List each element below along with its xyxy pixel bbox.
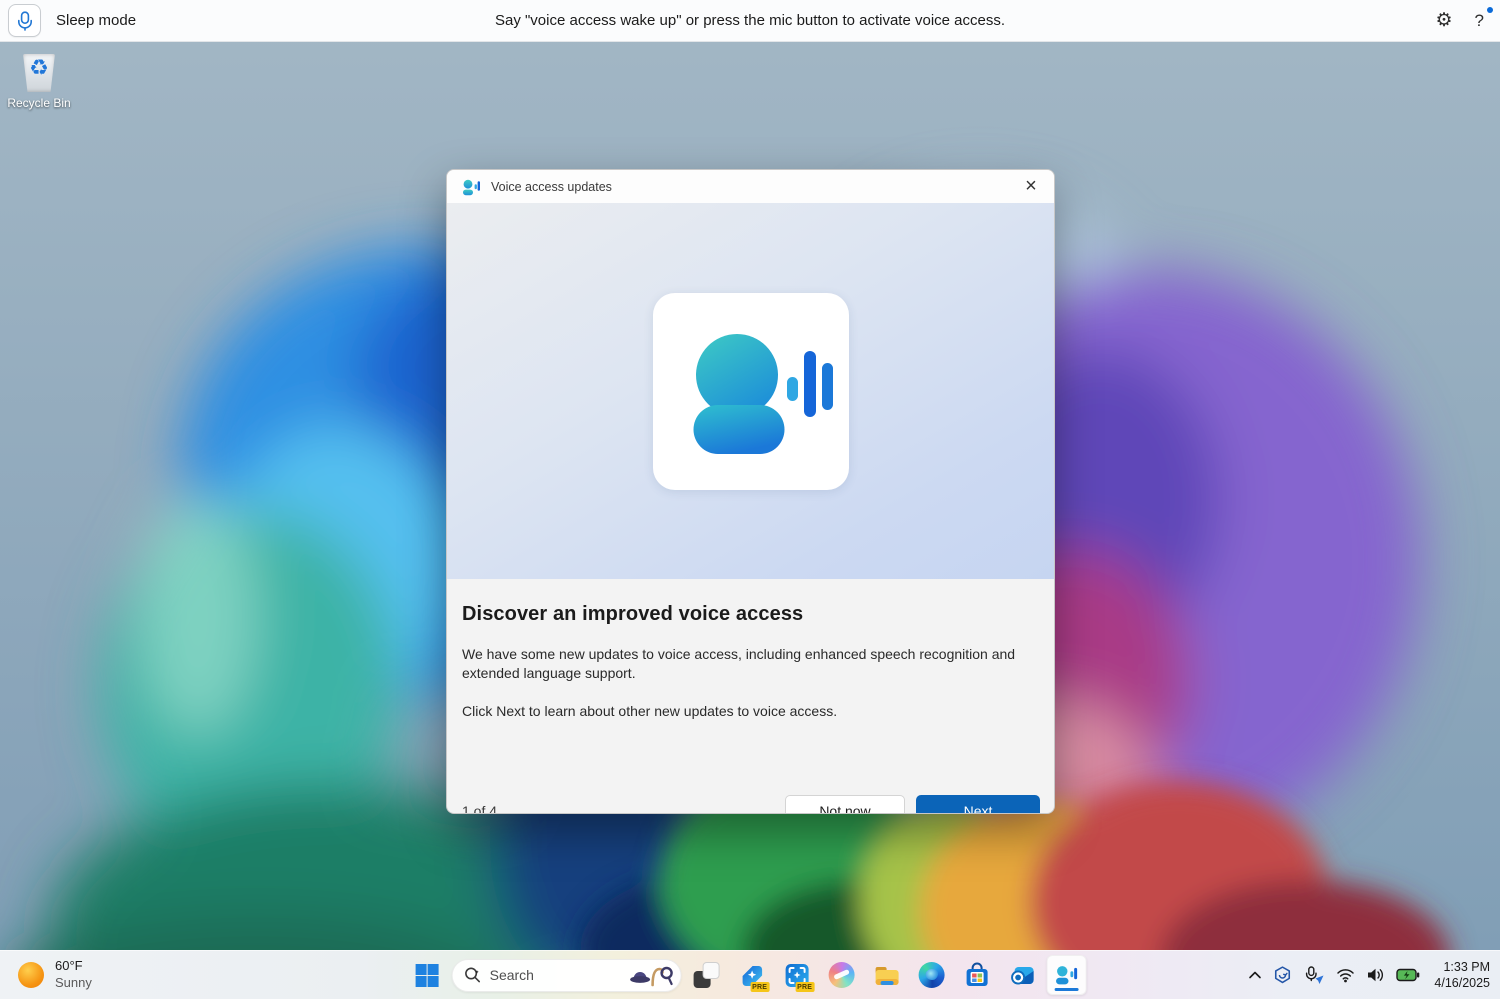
wifi-icon — [1336, 967, 1355, 983]
next-button[interactable]: Next — [916, 795, 1040, 814]
close-icon[interactable]: × — [1014, 173, 1048, 200]
copilot-icon — [829, 962, 855, 988]
file-explorer-icon — [873, 962, 900, 989]
voice-access-logo — [653, 293, 849, 489]
dev-home-preview-button[interactable]: PRE — [732, 955, 772, 995]
pagination-indicator: 1 of 4 — [462, 803, 497, 815]
active-app-indicator — [1055, 988, 1079, 991]
search-icon — [464, 966, 482, 984]
mic-in-use-tray-button[interactable] — [1303, 966, 1325, 985]
search-input[interactable] — [490, 967, 629, 983]
volume-tray-button[interactable] — [1366, 967, 1385, 983]
mic-location-icon — [1303, 966, 1325, 985]
task-view-icon — [694, 962, 720, 988]
voice-access-taskbar-button[interactable] — [1047, 955, 1087, 995]
studio-effects-tray-button[interactable] — [1273, 966, 1292, 984]
weather-condition: Sunny — [55, 975, 92, 992]
clock-date: 4/16/2025 — [1434, 975, 1490, 991]
dialog-paragraph-1: We have some new updates to voice access… — [462, 645, 1038, 683]
outlook-button[interactable] — [1002, 955, 1042, 995]
microsoft-store-button[interactable] — [957, 955, 997, 995]
weather-temperature: 60°F — [55, 958, 92, 975]
microsoft-store-icon — [963, 962, 990, 989]
clock-widget[interactable]: 1:33 PM 4/16/2025 — [1434, 959, 1490, 992]
weather-widget[interactable]: 60°F Sunny — [18, 951, 92, 999]
microphone-icon — [16, 11, 34, 31]
taskbar: 60°F Sunny — [0, 950, 1500, 999]
dialog-content: Discover an improved voice access We hav… — [447, 603, 1054, 814]
speaker-icon — [1366, 967, 1385, 983]
settings-gear-icon[interactable]: ⚙ — [1435, 11, 1452, 30]
search-box[interactable] — [452, 959, 682, 992]
recycle-bin-label: Recycle Bin — [7, 96, 70, 110]
recycle-bin-shortcut[interactable]: ♻ Recycle Bin — [6, 50, 72, 110]
search-daily-art-hat-cane-monocle — [629, 962, 675, 988]
voice-access-app-icon — [461, 177, 482, 197]
click-to-do-preview-button[interactable]: PRE — [777, 955, 817, 995]
chevron-up-icon — [1248, 970, 1262, 980]
voice-access-bar: Sleep mode Say "voice access wake up" or… — [0, 0, 1500, 42]
recycle-bin-icon: ♻ — [20, 50, 58, 94]
task-view-button[interactable] — [687, 955, 727, 995]
voice-access-logo-card — [653, 293, 849, 490]
edge-icon — [919, 962, 945, 988]
dialog-hero-illustration — [447, 203, 1054, 579]
voice-access-icon — [1054, 963, 1080, 988]
sunny-weather-icon — [18, 962, 44, 988]
edge-button[interactable] — [912, 955, 952, 995]
mic-button[interactable] — [8, 4, 41, 37]
copilot-button[interactable] — [822, 955, 862, 995]
dialog-titlebar[interactable]: Voice access updates × — [447, 170, 1054, 203]
help-button[interactable]: ? — [1469, 9, 1490, 33]
dialog-title: Voice access updates — [491, 180, 1014, 194]
desktop-screen: Sleep mode Say "voice access wake up" or… — [0, 0, 1500, 999]
studio-effects-icon — [1273, 966, 1292, 984]
voice-access-updates-dialog: Voice access updates × Discover — [446, 169, 1055, 814]
notification-dot — [1487, 7, 1493, 13]
outlook-icon — [1008, 962, 1035, 989]
dialog-footer: 1 of 4 Not now Next — [462, 795, 1040, 814]
start-button[interactable] — [407, 955, 447, 995]
wifi-tray-button[interactable] — [1336, 967, 1355, 983]
battery-charging-icon — [1396, 968, 1420, 982]
voice-access-state-label: Sleep mode — [56, 12, 136, 29]
clock-time: 1:33 PM — [1434, 959, 1490, 975]
dialog-heading: Discover an improved voice access — [462, 603, 1039, 626]
tray-chevron-button[interactable] — [1248, 970, 1262, 980]
pre-badge: PRE — [750, 982, 769, 992]
voice-access-hint: Say "voice access wake up" or press the … — [0, 12, 1500, 29]
not-now-button[interactable]: Not now — [785, 795, 905, 814]
file-explorer-button[interactable] — [867, 955, 907, 995]
battery-tray-button[interactable] — [1396, 968, 1420, 982]
pre-badge: PRE — [795, 982, 814, 992]
dialog-paragraph-2: Click Next to learn about other new upda… — [462, 702, 1038, 721]
windows-logo-icon — [415, 964, 438, 987]
